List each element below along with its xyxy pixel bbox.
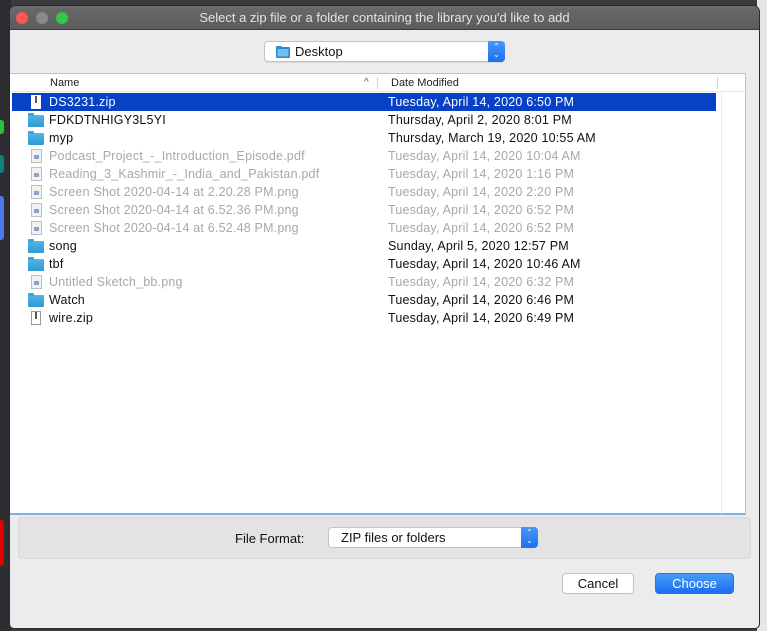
file-date-modified: Tuesday, April 14, 2020 1:16 PM — [388, 167, 575, 181]
image-file-icon — [31, 185, 42, 199]
file-name: Reading_3_Kashmir_-_India_and_Pakistan.p… — [49, 167, 320, 181]
file-row: Screen Shot 2020-04-14 at 2.20.28 PM.png… — [12, 183, 716, 201]
file-name: Watch — [49, 293, 85, 307]
file-row[interactable]: song Sunday, April 5, 2020 12:57 PM — [12, 237, 716, 255]
file-name: DS3231.zip — [49, 95, 116, 109]
file-date-modified: Tuesday, April 14, 2020 6:50 PM — [388, 95, 575, 109]
column-header-date-modified[interactable]: Date Modified — [391, 77, 459, 89]
file-format-panel: File Format: ZIP files or folders ⌃ ⌄ — [18, 517, 751, 559]
dock-app-icon[interactable] — [0, 155, 4, 173]
file-name: myp — [49, 131, 74, 145]
dock-app-icon[interactable] — [0, 120, 4, 134]
column-header-name[interactable]: Name — [50, 77, 79, 89]
choose-button[interactable]: Choose — [655, 573, 734, 594]
file-row: Screen Shot 2020-04-14 at 6.52.36 PM.png… — [12, 201, 716, 219]
file-date-modified: Tuesday, April 14, 2020 6:49 PM — [388, 311, 575, 325]
file-name: wire.zip — [49, 311, 93, 325]
folder-icon — [276, 46, 290, 58]
file-name: Screen Shot 2020-04-14 at 2.20.28 PM.png — [49, 185, 299, 199]
sort-ascending-icon[interactable]: ^ — [364, 77, 369, 88]
folder-icon — [28, 131, 44, 145]
folder-icon — [28, 257, 44, 271]
folder-icon — [28, 113, 44, 127]
file-rows: DS3231.zip Tuesday, April 14, 2020 6:50 P… — [12, 93, 716, 327]
file-date-modified: Tuesday, April 14, 2020 6:46 PM — [388, 293, 575, 307]
file-date-modified: Tuesday, April 14, 2020 6:32 PM — [388, 275, 575, 289]
location-dropdown[interactable]: Desktop ⌃ ⌄ — [264, 41, 505, 62]
scrollbar-track[interactable] — [721, 92, 722, 514]
cancel-button[interactable]: Cancel — [562, 573, 634, 594]
file-name: tbf — [49, 257, 64, 271]
file-row: Reading_3_Kashmir_-_India_and_Pakistan.p… — [12, 165, 716, 183]
file-date-modified: Tuesday, April 14, 2020 2:20 PM — [388, 185, 575, 199]
image-file-icon — [31, 221, 42, 235]
table-header: Name ^ Date Modified — [10, 74, 745, 92]
file-name: Screen Shot 2020-04-14 at 6.52.48 PM.png — [49, 221, 299, 235]
file-date-modified: Thursday, April 2, 2020 8:01 PM — [388, 113, 572, 127]
location-label: Desktop — [295, 44, 343, 59]
file-row: Podcast_Project_-_Introduction_Episode.p… — [12, 147, 716, 165]
dock-app-icon[interactable] — [0, 196, 4, 240]
zip-file-icon — [31, 95, 41, 109]
column-divider[interactable] — [717, 77, 718, 89]
chevron-updown-icon: ⌃ ⌄ — [488, 41, 505, 62]
file-row[interactable]: myp Thursday, March 19, 2020 10:55 AM — [12, 129, 716, 147]
file-row[interactable]: FDKDTNHIGY3L5YI Thursday, April 2, 2020 8… — [12, 111, 716, 129]
file-chooser-dialog: Select a zip file or a folder containing… — [10, 6, 759, 628]
image-file-icon — [31, 275, 42, 289]
file-row[interactable]: tbf Tuesday, April 14, 2020 10:46 AM — [12, 255, 716, 273]
file-date-modified: Sunday, April 5, 2020 12:57 PM — [388, 239, 569, 253]
file-name: FDKDTNHIGY3L5YI — [49, 113, 166, 127]
file-date-modified: Tuesday, April 14, 2020 10:04 AM — [388, 149, 581, 163]
file-date-modified: Tuesday, April 14, 2020 6:52 PM — [388, 203, 575, 217]
file-row[interactable]: Watch Tuesday, April 14, 2020 6:46 PM — [12, 291, 716, 309]
image-file-icon — [31, 203, 42, 217]
file-name: song — [49, 239, 77, 253]
file-row[interactable]: DS3231.zip Tuesday, April 14, 2020 6:50 P… — [12, 93, 716, 111]
zip-file-icon — [31, 311, 41, 325]
folder-icon — [28, 293, 44, 307]
column-divider[interactable] — [377, 77, 378, 89]
file-list: Name ^ Date Modified DS3231.zip Tuesday, … — [10, 73, 746, 515]
title-bar[interactable]: Select a zip file or a folder containing… — [10, 6, 759, 30]
file-name: Podcast_Project_-_Introduction_Episode.p… — [49, 149, 305, 163]
dock-app-icon[interactable] — [0, 520, 4, 566]
folder-icon — [28, 239, 44, 253]
file-row: Screen Shot 2020-04-14 at 6.52.48 PM.png… — [12, 219, 716, 237]
file-date-modified: Tuesday, April 14, 2020 10:46 AM — [388, 257, 581, 271]
file-format-value: ZIP files or folders — [341, 530, 446, 545]
document-file-icon — [31, 149, 42, 163]
window-title: Select a zip file or a folder containing… — [199, 10, 570, 25]
file-date-modified: Tuesday, April 14, 2020 6:52 PM — [388, 221, 575, 235]
chevron-updown-icon: ⌃ ⌄ — [521, 527, 538, 548]
file-name: Untitled Sketch_bb.png — [49, 275, 183, 289]
document-file-icon — [31, 167, 42, 181]
file-name: Screen Shot 2020-04-14 at 6.52.36 PM.png — [49, 203, 299, 217]
file-row[interactable]: wire.zip Tuesday, April 14, 2020 6:49 PM — [12, 309, 716, 327]
file-format-label: File Format: — [235, 531, 305, 546]
file-format-dropdown[interactable]: ZIP files or folders ⌃ ⌄ — [328, 527, 538, 548]
file-date-modified: Thursday, March 19, 2020 10:55 AM — [388, 131, 596, 145]
file-row: Untitled Sketch_bb.png Tuesday, April 14,… — [12, 273, 716, 291]
